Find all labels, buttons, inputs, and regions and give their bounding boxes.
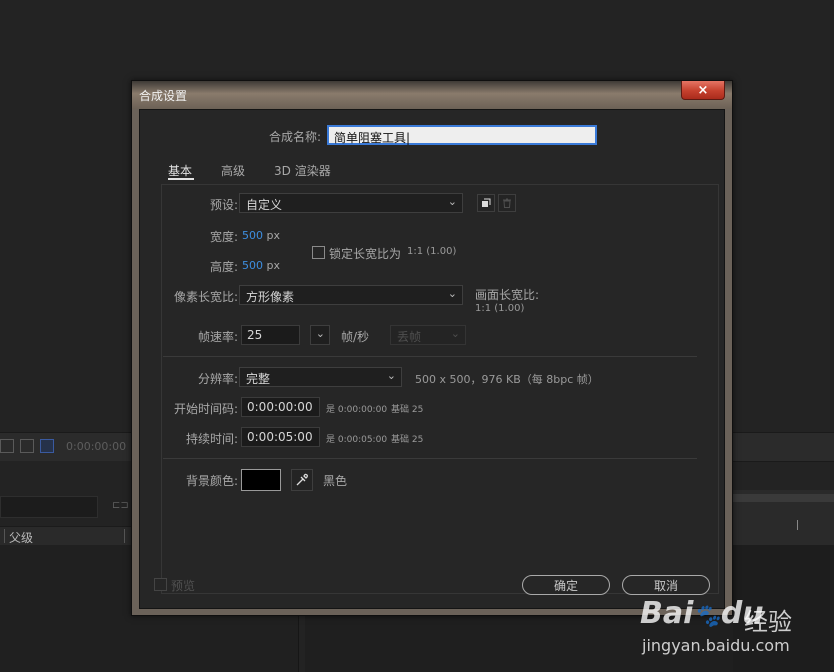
frame-rate-dropdown[interactable]: ⌄	[310, 325, 330, 345]
timeline-icon[interactable]	[0, 439, 14, 453]
resolution-label: 分辨率:	[197, 372, 238, 386]
layer-search-input[interactable]	[0, 496, 98, 518]
resolution-select[interactable]: 完整 ⌄	[239, 367, 402, 387]
chevron-down-icon: ⌄	[386, 369, 396, 382]
width-label: 宽度:	[209, 230, 238, 244]
frame-rate-value: 25	[247, 328, 263, 342]
selected-layer-icon[interactable]	[40, 439, 54, 453]
height-value[interactable]: 500	[242, 259, 263, 272]
duration-input[interactable]: 0:00:05:00	[241, 427, 320, 447]
timeline-toolbar-icons: 0:00:00:00	[0, 436, 126, 456]
frame-rate-unit: 帧/秒	[341, 330, 370, 344]
comp-name-input[interactable]: 简单阻塞工具|	[327, 125, 597, 145]
start-timecode-value: 0:00:00:00	[247, 400, 313, 414]
width-field[interactable]: 500 px	[242, 229, 280, 242]
cancel-button-label: 取消	[653, 578, 678, 593]
eyedropper-icon	[296, 473, 308, 486]
close-button[interactable]: ×	[681, 81, 725, 100]
divider	[163, 458, 697, 459]
pixel-aspect-label: 像素长宽比:	[173, 290, 238, 304]
preset-select[interactable]: 自定义 ⌄	[239, 193, 463, 213]
trash-icon	[503, 198, 511, 208]
resolution-value: 完整	[246, 372, 271, 386]
width-value[interactable]: 500	[242, 229, 263, 242]
background-timecode: 0:00:00:00	[66, 439, 127, 453]
pixel-aspect-select[interactable]: 方形像素 ⌄	[239, 285, 463, 305]
chevron-down-icon: ⌄	[450, 327, 460, 340]
eyedropper-button[interactable]	[291, 469, 313, 491]
lock-aspect-checkbox[interactable]	[312, 246, 325, 259]
background-color-label: 背景颜色:	[185, 474, 238, 488]
width-unit: px	[266, 229, 281, 242]
tab-basic-underline	[168, 178, 194, 180]
layer-column-header: 父级	[0, 526, 132, 546]
graph-toggle-icon[interactable]: ⊏⊐	[112, 500, 129, 511]
lock-aspect-value: 1:1 (1.00)	[407, 246, 457, 257]
chevron-down-icon: ⌄	[447, 287, 457, 300]
drop-frame-value: 丢帧	[397, 330, 422, 344]
timeline-work-area-bar[interactable]	[733, 494, 834, 502]
duration-base: 基础 25	[391, 435, 424, 445]
composition-settings-dialog: 合成设置 × 合成名称: 简单阻塞工具| 基本 高级 3D 渲染器 预设: 自定…	[131, 80, 733, 616]
start-timecode-label: 开始时间码:	[173, 402, 238, 416]
save-preset-icon	[482, 198, 491, 207]
save-preset-button[interactable]	[477, 194, 495, 212]
comp-name-value: 简单阻塞工具	[334, 131, 407, 145]
start-timecode-note: 是 0:00:00:00	[326, 405, 388, 415]
frame-aspect-label: 画面长宽比:	[475, 288, 540, 302]
paw-icon: 🐾	[693, 604, 721, 629]
duration-label: 持续时间:	[185, 432, 238, 446]
tab-3d-renderer[interactable]: 3D 渲染器	[274, 162, 331, 179]
lock-aspect-label: 锁定长宽比为	[329, 247, 402, 261]
dialog-titlebar[interactable]: 合成设置 ×	[132, 81, 732, 109]
timeline-tick	[797, 520, 798, 530]
comp-name-label: 合成名称:	[269, 130, 322, 144]
ok-button[interactable]: 确定	[522, 575, 610, 595]
duration-note: 是 0:00:05:00	[326, 435, 388, 445]
height-field[interactable]: 500 px	[242, 259, 280, 272]
background-color-swatch[interactable]	[241, 469, 281, 491]
frame-rate-label: 帧速率:	[197, 330, 238, 344]
frame-rate-input[interactable]: 25	[241, 325, 300, 345]
delete-preset-button[interactable]	[498, 194, 516, 212]
preview-checkbox[interactable]	[154, 578, 167, 591]
start-timecode-input[interactable]: 0:00:00:00	[241, 397, 320, 417]
pixel-aspect-value: 方形像素	[246, 290, 295, 304]
frame-aspect-value: 1:1 (1.00)	[475, 303, 525, 314]
height-unit: px	[266, 259, 281, 272]
cancel-button[interactable]: 取消	[622, 575, 710, 595]
tab-advanced[interactable]: 高级	[221, 162, 245, 179]
divider	[163, 356, 697, 357]
drop-frame-select: 丢帧 ⌄	[390, 325, 466, 345]
dialog-body: 合成名称: 简单阻塞工具| 基本 高级 3D 渲染器 预设: 自定义 ⌄ 宽度:…	[139, 109, 725, 609]
resolution-info: 500 x 500，976 KB（每 8bpc 帧）	[415, 373, 599, 386]
preset-value: 自定义	[246, 198, 283, 212]
dialog-title: 合成设置	[139, 89, 188, 103]
background-color-name: 黑色	[323, 474, 348, 488]
composition-icon[interactable]	[20, 439, 34, 453]
ok-button-label: 确定	[553, 578, 578, 593]
duration-value: 0:00:05:00	[247, 430, 313, 444]
watermark-product: 经验	[744, 608, 792, 636]
tab-basic[interactable]: 基本	[168, 162, 192, 179]
height-label: 高度:	[209, 260, 238, 274]
start-timecode-base: 基础 25	[391, 405, 424, 415]
chevron-down-icon: ⌄	[447, 195, 457, 208]
preview-label: 预览	[171, 579, 196, 593]
column-parent-label: 父级	[9, 531, 34, 545]
preset-label: 预设:	[209, 198, 238, 212]
close-icon: ×	[697, 82, 709, 98]
watermark-url: jingyan.baidu.com	[642, 636, 790, 655]
chevron-down-icon: ⌄	[315, 327, 325, 340]
